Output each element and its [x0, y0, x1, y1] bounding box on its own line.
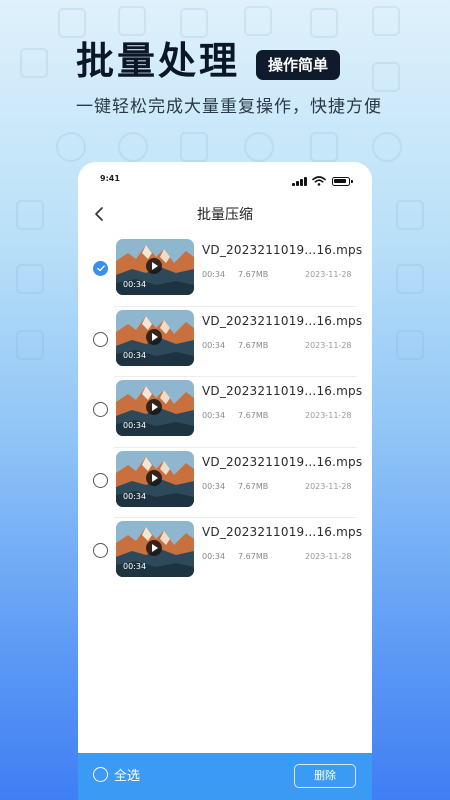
file-date: 2023-11-28	[305, 340, 352, 350]
hero-badge: 操作简单	[256, 50, 341, 80]
video-thumbnail[interactable]: 00:34	[116, 309, 194, 366]
file-size: 7.67MB	[238, 270, 269, 279]
file-name: VD_2023211019...16.mps	[202, 243, 363, 257]
nav-bar: 批量压缩	[78, 198, 372, 230]
phone-screen: 9:41 批量压缩 00:34 VD_2023211019...16.mps 0…	[78, 162, 372, 800]
file-item[interactable]: 00:34 VD_2023211019...16.mps 00:34 7.67M…	[78, 448, 372, 518]
hero-subtitle: 一键轻松完成大量重复操作，快捷方便	[76, 97, 382, 117]
file-date: 2023-11-28	[305, 270, 352, 279]
video-thumbnail[interactable]: 00:34	[116, 380, 194, 436]
file-duration: 00:34	[202, 481, 226, 491]
video-thumbnail[interactable]: 00:34	[116, 239, 194, 295]
file-checkbox[interactable]	[93, 261, 108, 276]
select-all-label[interactable]: 全选	[114, 765, 140, 784]
file-name: VD_2023211019...16.mps	[202, 454, 363, 469]
file-item[interactable]: 00:34 VD_2023211019...16.mps 00:34 7.67M…	[78, 307, 372, 377]
file-checkbox[interactable]	[93, 402, 108, 417]
thumbnail-duration: 00:34	[123, 421, 147, 430]
file-checkbox[interactable]	[93, 331, 108, 347]
status-bar: 9:41	[78, 162, 372, 198]
delete-button[interactable]: 删除	[294, 764, 356, 788]
signal-icon	[292, 177, 308, 186]
file-list: 00:34 VD_2023211019...16.mps 00:34 7.67M…	[78, 236, 372, 589]
play-icon[interactable]	[146, 258, 162, 274]
status-time: 9:41	[100, 174, 120, 183]
file-duration: 00:34	[202, 411, 226, 420]
page-title: 批量压缩	[197, 207, 253, 223]
file-name: VD_2023211019...16.mps	[202, 313, 363, 328]
video-thumbnail[interactable]: 00:34	[116, 450, 194, 507]
file-date: 2023-11-28	[305, 552, 352, 561]
file-size: 7.67MB	[238, 481, 269, 491]
file-item[interactable]: 00:34 VD_2023211019...16.mps 00:34 7.67M…	[78, 518, 372, 589]
file-checkbox[interactable]	[93, 543, 108, 558]
bottom-action-bar: 全选 删除	[78, 753, 372, 800]
thumbnail-duration: 00:34	[123, 491, 147, 501]
file-item[interactable]: 00:34 VD_2023211019...16.mps 00:34 7.67M…	[78, 236, 372, 307]
file-size: 7.67MB	[238, 411, 269, 420]
thumbnail-duration: 00:34	[123, 350, 147, 360]
check-icon	[96, 265, 105, 272]
file-item[interactable]: 00:34 VD_2023211019...16.mps 00:34 7.67M…	[78, 377, 372, 448]
select-all-checkbox[interactable]	[93, 767, 108, 782]
hero-title: 批量处理	[76, 39, 241, 83]
file-size: 7.67MB	[238, 552, 269, 561]
thumbnail-duration: 00:34	[123, 562, 147, 571]
battery-icon	[332, 177, 353, 186]
file-name: VD_2023211019...16.mps	[202, 384, 363, 398]
file-size: 7.67MB	[238, 340, 269, 350]
play-icon[interactable]	[146, 399, 162, 415]
wifi-icon	[312, 176, 326, 186]
file-date: 2023-11-28	[305, 411, 352, 420]
file-duration: 00:34	[202, 552, 226, 561]
file-duration: 00:34	[202, 270, 226, 279]
file-checkbox[interactable]	[93, 472, 108, 488]
play-icon[interactable]	[146, 328, 162, 345]
file-name: VD_2023211019...16.mps	[202, 525, 363, 539]
file-duration: 00:34	[202, 340, 226, 350]
play-icon[interactable]	[146, 469, 162, 486]
play-icon[interactable]	[146, 540, 162, 556]
video-thumbnail[interactable]: 00:34	[116, 521, 194, 577]
file-date: 2023-11-28	[305, 481, 352, 491]
thumbnail-duration: 00:34	[123, 280, 147, 289]
